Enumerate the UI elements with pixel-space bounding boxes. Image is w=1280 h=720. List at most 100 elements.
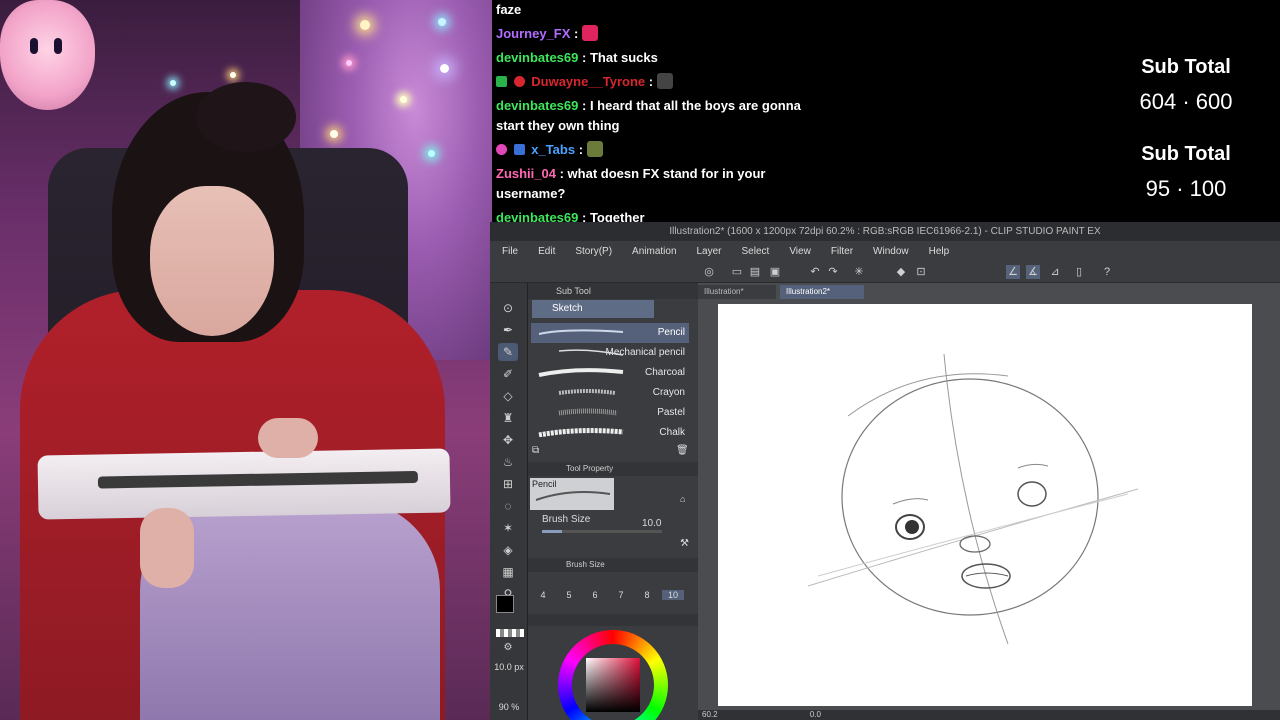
- face: [150, 186, 274, 336]
- frame-tool-icon[interactable]: ⊞: [498, 475, 518, 493]
- copy-subtool-icon[interactable]: ⧉: [532, 445, 539, 456]
- eraser-tool-icon[interactable]: ◇: [498, 387, 518, 405]
- property-preview: Pencil: [530, 478, 614, 510]
- menu-select[interactable]: Select: [742, 246, 770, 257]
- brush-size-value[interactable]: 10.0: [642, 518, 661, 529]
- tool-property-header: Tool Property: [528, 462, 698, 476]
- lasso-tool-icon[interactable]: ◌: [498, 497, 518, 515]
- sub-total-value: 95 · 100: [1145, 176, 1227, 201]
- brush-pastel[interactable]: Pastel: [531, 403, 689, 423]
- brush-tool-icon[interactable]: ✐: [498, 365, 518, 383]
- zoom-tool-icon[interactable]: ⊙: [498, 299, 518, 317]
- delete-subtool-icon[interactable]: 🗑: [676, 445, 689, 456]
- new-file-icon[interactable]: ▭: [730, 265, 744, 279]
- status-bar: 60.2 0.0: [698, 710, 1280, 720]
- zoom-readout[interactable]: 60.2: [702, 710, 718, 719]
- size-4[interactable]: 4: [532, 590, 554, 600]
- sub-badge-icon: [513, 144, 525, 155]
- size-5[interactable]: 5: [558, 590, 580, 600]
- pencil-tool-icon[interactable]: ✎: [498, 343, 518, 361]
- brush-size-readout: 10.0 px: [494, 662, 524, 672]
- device-icon[interactable]: ▯: [1072, 265, 1086, 279]
- mechanical-pencil-stroke-preview: [558, 349, 624, 356]
- brush-mechanical-pencil[interactable]: Mechanical pencil: [531, 343, 689, 363]
- chat-message: x_Tabs :: [496, 140, 1092, 160]
- lock-icon[interactable]: ⌂: [680, 494, 685, 504]
- blend-tool-icon[interactable]: ♨: [498, 453, 518, 471]
- clip-studio-window: Illustration2* (1600 x 1200px 72dpi 60.2…: [490, 222, 1280, 720]
- charcoal-stroke-preview: [538, 368, 624, 377]
- chat-username[interactable]: x_Tabs: [531, 142, 575, 157]
- brush-chalk[interactable]: Chalk: [531, 423, 689, 443]
- menu-window[interactable]: Window: [873, 246, 909, 257]
- sub-tool-group-sketch[interactable]: Sketch: [532, 300, 654, 318]
- chat-username[interactable]: devinbates69: [496, 98, 578, 113]
- menu-story[interactable]: Story(P): [575, 246, 612, 257]
- menu-animation[interactable]: Animation: [632, 246, 676, 257]
- heart-emote-icon: [582, 25, 598, 41]
- fill-tool-icon[interactable]: ◈: [498, 541, 518, 559]
- snap-ruler-icon[interactable]: ∠: [1006, 265, 1020, 279]
- size-10[interactable]: 10: [662, 590, 684, 600]
- decoration-tool-icon[interactable]: ♜: [498, 409, 518, 427]
- brush-charcoal[interactable]: Charcoal: [531, 363, 689, 383]
- size-6[interactable]: 6: [584, 590, 606, 600]
- gradient-tool-icon[interactable]: ▦: [498, 563, 518, 581]
- open-folder-icon[interactable]: ▤: [748, 265, 762, 279]
- ruler-icon[interactable]: ⊿: [1048, 265, 1062, 279]
- pen-tool-icon[interactable]: ✒: [498, 321, 518, 339]
- menu-file[interactable]: File: [502, 246, 518, 257]
- size-7[interactable]: 7: [610, 590, 632, 600]
- settings-icon[interactable]: ⚙: [498, 639, 518, 657]
- rotation-readout[interactable]: 0.0: [810, 710, 821, 719]
- window-title: Illustration2* (1600 x 1200px 72dpi 60.2…: [490, 222, 1280, 241]
- menu-bar: File Edit Story(P) Animation Layer Selec…: [490, 241, 1280, 261]
- chalk-stroke-preview: [538, 428, 624, 437]
- wrench-icon[interactable]: ⚒: [680, 538, 689, 549]
- heart-badge-icon: [513, 76, 525, 87]
- fill-icon[interactable]: ◆: [894, 265, 908, 279]
- brush-size-slider[interactable]: [542, 530, 662, 533]
- chat-username[interactable]: Duwayne__Tyrone: [531, 74, 645, 89]
- move-tool-icon[interactable]: ✥: [498, 431, 518, 449]
- tab-illustration2[interactable]: Illustration2*: [780, 285, 864, 299]
- menu-help[interactable]: Help: [929, 246, 950, 257]
- redo-icon[interactable]: ↷: [826, 265, 840, 279]
- chat-text: That sucks: [589, 50, 658, 65]
- saturation-value-square[interactable]: [586, 658, 640, 712]
- save-icon[interactable]: ▣: [768, 265, 782, 279]
- undo-icon[interactable]: ↶: [808, 265, 822, 279]
- menu-layer[interactable]: Layer: [697, 246, 722, 257]
- auto-select-tool-icon[interactable]: ✶: [498, 519, 518, 537]
- menu-filter[interactable]: Filter: [831, 246, 853, 257]
- transparent-swatch[interactable]: [496, 629, 524, 637]
- chat-username[interactable]: Journey_FX: [496, 26, 570, 41]
- pastel-stroke-preview: [558, 408, 618, 416]
- brush-pencil[interactable]: Pencil: [531, 323, 689, 343]
- tab-label: Illustration2*: [786, 287, 831, 296]
- tool-property-panel: Tool Property Pencil ⌂ Brush Size 10.0 ⚒…: [528, 462, 698, 720]
- loading-icon[interactable]: ✳: [852, 265, 866, 279]
- help-icon[interactable]: ?: [1100, 265, 1114, 279]
- brush-crayon[interactable]: Crayon: [531, 383, 689, 403]
- sub-total-label: Sub Total: [1141, 56, 1231, 78]
- opacity-readout: 90 %: [498, 702, 520, 712]
- size-8[interactable]: 8: [636, 590, 658, 600]
- drawing-canvas[interactable]: [718, 304, 1252, 706]
- main-color-swatch[interactable]: [496, 595, 514, 613]
- chat-message: Journey_FX :: [496, 24, 1092, 44]
- chat-username[interactable]: Zushii_04: [496, 166, 556, 181]
- brush-size-grid: 4 5 6 7 8 10: [528, 576, 698, 612]
- menu-edit[interactable]: Edit: [538, 246, 555, 257]
- pepe-emote-icon: [586, 141, 603, 157]
- tab-illustration[interactable]: Illustration*: [698, 285, 776, 299]
- brush-label: Charcoal: [644, 367, 685, 378]
- crayon-stroke-preview: [558, 389, 616, 395]
- sub-total-value: 604 · 600: [1139, 89, 1233, 114]
- chat-username[interactable]: devinbates69: [496, 50, 578, 65]
- transform-icon[interactable]: ⊡: [914, 265, 928, 279]
- snap-special-ruler-icon[interactable]: ∡: [1026, 265, 1040, 279]
- menu-view[interactable]: View: [789, 246, 811, 257]
- clip-studio-icon[interactable]: ◎: [702, 265, 716, 279]
- sub-total-label: Sub Total: [1141, 143, 1231, 165]
